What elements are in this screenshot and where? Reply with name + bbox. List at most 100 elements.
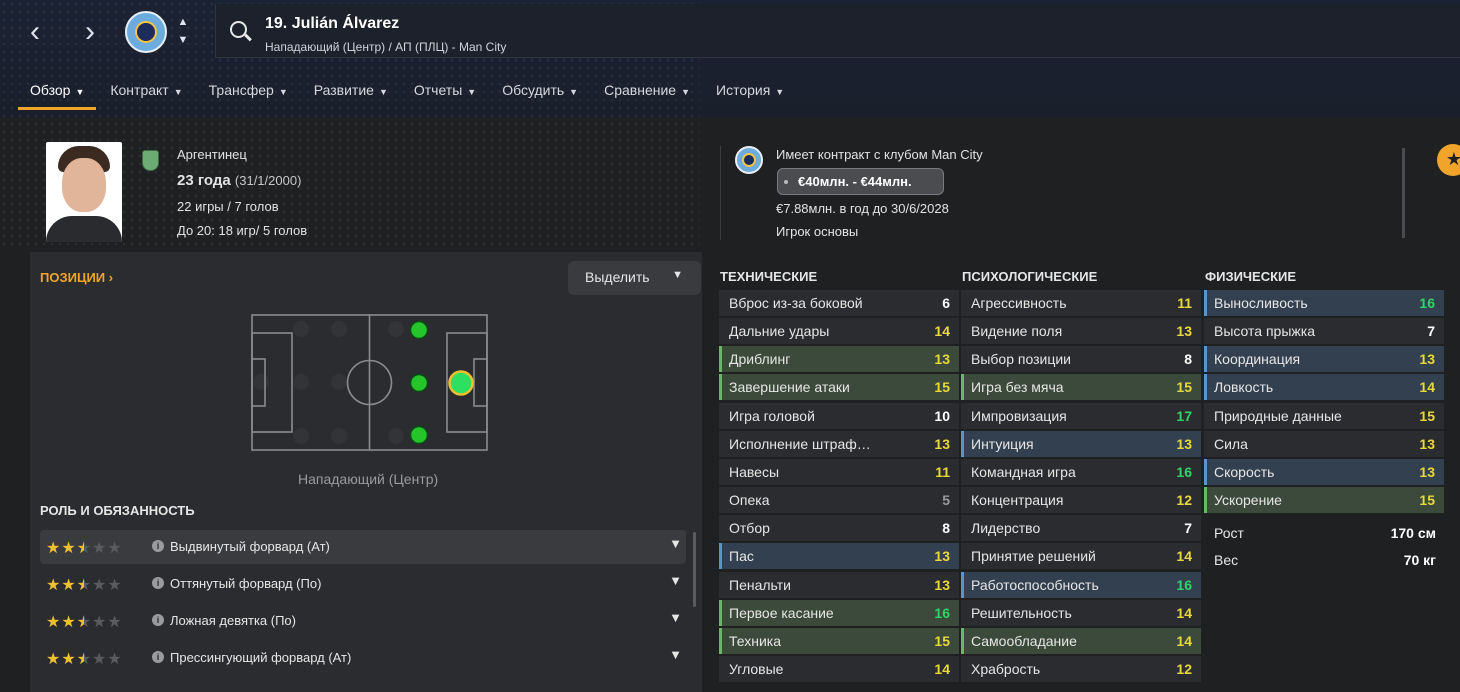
position-dot — [409, 425, 429, 445]
attribute-row[interactable]: Храбрость 12 — [961, 656, 1201, 682]
role-name: Выдвинутый форвард (Ат) — [170, 539, 330, 554]
attribute-row[interactable]: Дальние удары 14 — [719, 318, 959, 344]
attribute-row[interactable]: Выносливость 16 — [1204, 290, 1444, 316]
attribute-row[interactable]: Агрессивность 11 — [961, 290, 1201, 316]
attribute-row[interactable]: Завершение атаки 15 — [719, 374, 959, 400]
position-dot — [409, 373, 429, 393]
chevron-down-icon[interactable]: ▼ — [669, 647, 682, 662]
attribute-row[interactable]: Выбор позиции 8 — [961, 346, 1201, 372]
player-photo — [46, 142, 122, 242]
tab-discuss[interactable]: Обсудить ▼ — [490, 76, 590, 110]
attribute-row[interactable]: Ускорение 15 — [1204, 487, 1444, 513]
next-player-icon[interactable]: ▼ — [175, 34, 191, 48]
position-dot — [409, 320, 429, 340]
forward-arrow-icon[interactable]: › — [75, 17, 105, 48]
attribute-row[interactable]: Самообладание 14 — [961, 628, 1201, 654]
attribute-row[interactable]: Концентрация 12 — [961, 487, 1201, 513]
roles-title: РОЛЬ И ОБЯЗАННОСТЬ — [40, 503, 195, 518]
role-row[interactable]: ★★★★★ i Прессингующий форвард (Ат) ▼ — [40, 641, 686, 675]
tab-transfer[interactable]: Трансфер ▼ — [197, 76, 300, 110]
player-subtitle: Нападающий (Центр) / АП (ПЛЦ) - Man City — [265, 40, 507, 54]
flag-icon — [142, 150, 159, 171]
roles-scrollbar[interactable] — [693, 532, 696, 607]
mental-title: ПСИХОЛОГИЧЕСКИЕ — [962, 269, 1098, 284]
chevron-down-icon[interactable]: ▼ — [669, 536, 682, 551]
role-name: Оттянутый форвард (По) — [170, 576, 322, 591]
attribute-row[interactable]: Пенальти 13 — [719, 572, 959, 598]
height-row: Рост 170 см — [1214, 525, 1436, 541]
attribute-row[interactable]: Навесы 11 — [719, 459, 959, 485]
divider — [720, 146, 721, 240]
club-crest-small-icon — [735, 146, 763, 174]
search-icon[interactable] — [230, 21, 247, 38]
attribute-row[interactable]: Сила 13 — [1204, 431, 1444, 457]
attribute-row[interactable]: Природные данные 15 — [1204, 403, 1444, 429]
attribute-row[interactable]: Дриблинг 13 — [719, 346, 959, 372]
selected-position-dot — [448, 370, 474, 396]
chevron-down-icon[interactable]: ▼ — [669, 610, 682, 625]
attribute-row[interactable]: Ловкость 14 — [1204, 374, 1444, 400]
wage-line: €7.88млн. в год до 30/6/2028 — [776, 201, 949, 216]
info-icon[interactable]: i — [152, 577, 164, 589]
tab-compare[interactable]: Сравнение ▼ — [592, 76, 702, 110]
info-icon[interactable]: i — [152, 651, 164, 663]
role-name: Прессингующий форвард (Ат) — [170, 650, 352, 665]
previous-player-icon[interactable]: ▲ — [175, 16, 191, 30]
chevron-down-icon: ▼ — [672, 269, 683, 281]
role-rating-stars: ★★★ ★★ — [46, 612, 123, 632]
tab-development[interactable]: Развитие ▼ — [302, 76, 400, 110]
club-crest-icon[interactable] — [125, 11, 167, 53]
role-row[interactable]: ★★★★★ i Оттянутый форвард (По) ▼ — [40, 567, 686, 601]
back-arrow-icon[interactable]: ‹ — [20, 17, 50, 48]
role-name: Ложная девятка (По) — [170, 613, 296, 628]
highlight-dropdown[interactable]: Выделить ▼ — [568, 261, 701, 295]
player-search-bar[interactable]: 19. Julián Álvarez Нападающий (Центр) / … — [215, 4, 1460, 58]
info-icon[interactable]: i — [152, 614, 164, 626]
info-icon[interactable]: i — [152, 540, 164, 552]
attribute-row[interactable]: Командная игра 16 — [961, 459, 1201, 485]
attribute-row[interactable]: Координация 13 — [1204, 346, 1444, 372]
pitch-diagram — [251, 314, 488, 451]
role-rating-stars: ★★★ ★★ — [46, 538, 123, 558]
attribute-row[interactable]: Игра головой 10 — [719, 403, 959, 429]
weight-row: Вес 70 кг — [1214, 552, 1436, 568]
attribute-row[interactable]: Опека 5 — [719, 487, 959, 513]
attribute-row[interactable]: Первое касание 16 — [719, 600, 959, 626]
role-rating-stars: ★★★ ★★ — [46, 575, 123, 595]
attribute-row[interactable]: Видение поля 13 — [961, 318, 1201, 344]
attribute-row[interactable]: Отбор 8 — [719, 515, 959, 541]
tab-overview[interactable]: Обзор ▼ — [18, 76, 97, 110]
contract-status: Имеет контракт с клубом Man City — [776, 147, 983, 162]
positions-title[interactable]: ПОЗИЦИИ › — [40, 270, 113, 285]
header-scrollbar[interactable] — [1402, 148, 1405, 238]
tab-reports[interactable]: Отчеты ▼ — [402, 76, 488, 110]
attribute-row[interactable]: Исполнение штраф… 13 — [719, 431, 959, 457]
attribute-row[interactable]: Скорость 13 — [1204, 459, 1444, 485]
role-rating-stars: ★★★ ★★ — [46, 649, 123, 669]
attribute-row[interactable]: Принятие решений 14 — [961, 543, 1201, 569]
player-title: 19. Julián Álvarez — [265, 15, 400, 32]
nationality: Аргентинец — [177, 147, 247, 162]
technical-title: ТЕХНИЧЕСКИЕ — [720, 269, 818, 284]
age-line: 23 года (31/1/2000) — [177, 172, 301, 189]
attribute-row[interactable]: Импровизация 17 — [961, 403, 1201, 429]
attribute-row[interactable]: Вброс из-за боковой 6 — [719, 290, 959, 316]
attribute-row[interactable]: Решительность 14 — [961, 600, 1201, 626]
attribute-row[interactable]: Интуиция 13 — [961, 431, 1201, 457]
attribute-row[interactable]: Лидерство 7 — [961, 515, 1201, 541]
chevron-down-icon[interactable]: ▼ — [669, 573, 682, 588]
role-row[interactable]: ★★★★★ i Ложная девятка (По) ▼ — [40, 604, 686, 638]
attribute-row[interactable]: Техника 15 — [719, 628, 959, 654]
attribute-row[interactable]: Игра без мяча 15 — [961, 374, 1201, 400]
attribute-row[interactable]: Высота прыжка 7 — [1204, 318, 1444, 344]
transfer-value-badge[interactable]: €40млн. - €44млн. — [777, 168, 944, 195]
role-row[interactable]: ★★★★★ i Выдвинутый форвард (Ат) ▼ — [40, 530, 686, 564]
tab-history[interactable]: История ▼ — [704, 76, 796, 110]
tab-contract[interactable]: Контракт ▼ — [98, 76, 194, 110]
attribute-row[interactable]: Пас 13 — [719, 543, 959, 569]
attribute-row[interactable]: Угловые 14 — [719, 656, 959, 682]
attribute-row[interactable]: Работоспособность 16 — [961, 572, 1201, 598]
position-label: Нападающий (Центр) — [298, 471, 439, 487]
age: 23 года — [177, 172, 231, 189]
games-goals: 22 игры / 7 голов — [177, 199, 279, 214]
